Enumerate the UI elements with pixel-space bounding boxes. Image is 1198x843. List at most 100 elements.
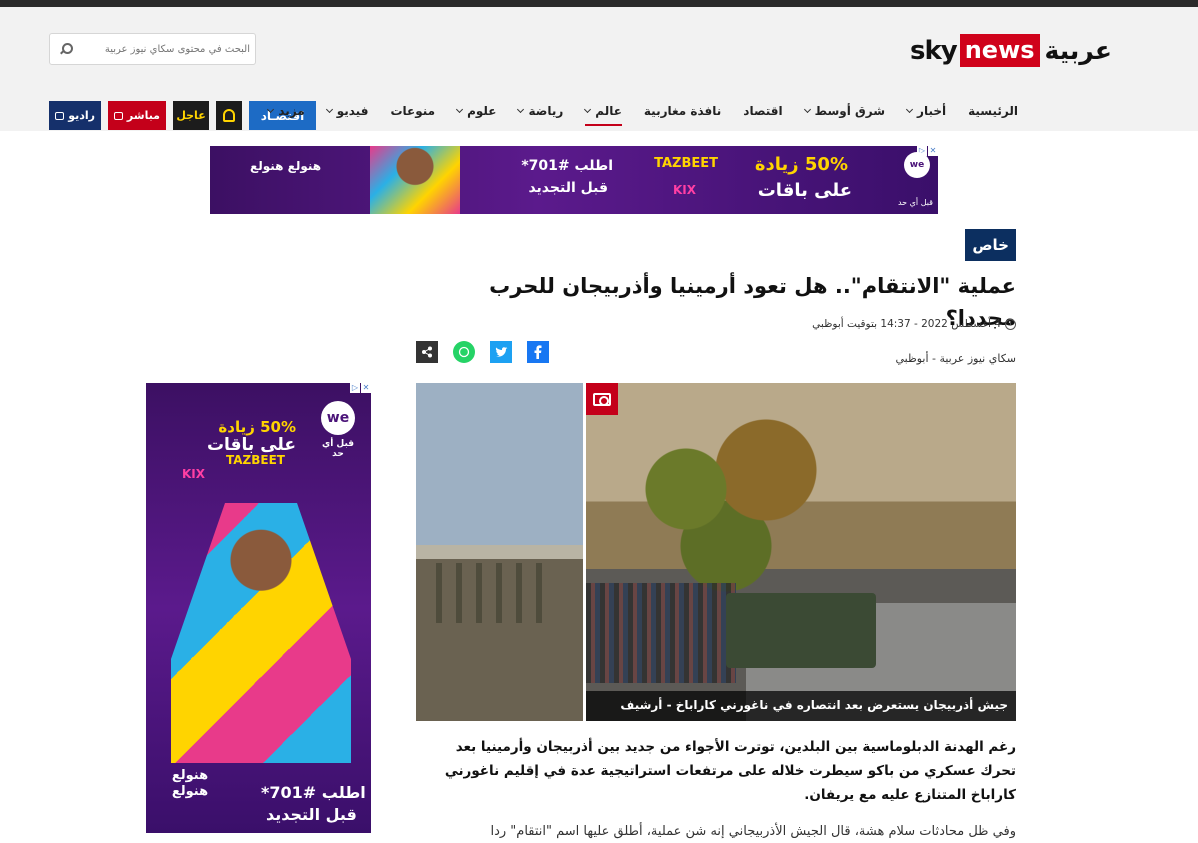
article-source: سكاي نيوز عربية - أبوظبي bbox=[895, 352, 1016, 365]
ad-kix: KIX bbox=[672, 183, 696, 197]
live-label: مباشر bbox=[126, 109, 160, 122]
nav-label: شرق أوسط bbox=[814, 104, 886, 118]
site-logo[interactable]: sky news عربية bbox=[910, 32, 1112, 69]
whatsapp-button[interactable] bbox=[453, 341, 475, 363]
logo-arabia: عربية bbox=[1044, 36, 1112, 65]
nav-item-more[interactable]: مزيد bbox=[267, 100, 305, 122]
whatsapp-icon bbox=[458, 346, 470, 358]
gallery-button[interactable] bbox=[586, 383, 618, 415]
we-brand: we قبل أي حد bbox=[321, 401, 355, 461]
play-icon bbox=[114, 111, 123, 120]
nav-label: علوم bbox=[467, 104, 497, 118]
ad-percent: 50% زيادة bbox=[754, 154, 848, 175]
date-text: 4 أغسطس 2022 - 14:37 بتوقيت أبوظبي bbox=[812, 318, 1001, 330]
search-box[interactable] bbox=[49, 33, 256, 65]
radio-button[interactable]: راديو bbox=[49, 101, 101, 130]
image-military-vehicle bbox=[726, 593, 876, 668]
breaking-button[interactable]: عاجل bbox=[173, 101, 209, 130]
ad-close-icon[interactable]: ✕ bbox=[928, 146, 938, 156]
top-banner-ad[interactable]: ✕ ▷ we قبل أي حد 50% زيادة على باقات TAZ… bbox=[210, 146, 938, 214]
nav-label: مزيد bbox=[278, 104, 305, 118]
side-banner-ad[interactable]: ✕ ▷ we قبل أي حد 50% زيادة على باقات TAZ… bbox=[146, 383, 371, 833]
chevron-down-icon bbox=[517, 105, 525, 114]
facebook-icon bbox=[534, 345, 542, 359]
article-date: 4 أغسطس 2022 - 14:37 بتوقيت أبوظبي bbox=[812, 318, 1016, 330]
twitter-icon bbox=[495, 346, 507, 357]
facebook-button[interactable] bbox=[527, 341, 549, 363]
ad-percent: 50% زيادة bbox=[218, 418, 296, 436]
nav-item-news[interactable]: أخبار bbox=[906, 100, 947, 122]
ad-tagline: قبل أي حد bbox=[321, 439, 355, 459]
top-bar bbox=[0, 0, 1198, 7]
ad-person-image bbox=[370, 146, 460, 214]
search-icon[interactable] bbox=[59, 43, 73, 55]
nav-label: الرئيسية bbox=[968, 104, 1018, 118]
ad-close-icon[interactable]: ✕ bbox=[361, 383, 371, 393]
chevron-down-icon bbox=[584, 105, 592, 114]
nav-item-variety[interactable]: منوعات bbox=[390, 100, 435, 122]
chevron-down-icon bbox=[803, 105, 811, 114]
logo-sky: sky bbox=[910, 35, 958, 66]
share-icon bbox=[422, 346, 432, 358]
nav-item-science[interactable]: علوم bbox=[456, 100, 497, 122]
image-crowd bbox=[586, 583, 736, 683]
chevron-down-icon bbox=[267, 105, 275, 114]
ad-renew: قبل التجديد bbox=[528, 180, 608, 196]
breaking-label: عاجل bbox=[176, 109, 206, 122]
image-caption: جيش أذربيجان يستعرض بعد انتصاره في ناغور… bbox=[586, 691, 1016, 721]
camera-icon bbox=[593, 392, 611, 406]
chevron-down-icon bbox=[906, 105, 914, 114]
bell-icon bbox=[223, 109, 235, 122]
nav-label: منوعات bbox=[390, 104, 436, 118]
ad-kix: KIX bbox=[182, 467, 206, 481]
nav-item-home[interactable]: الرئيسية bbox=[968, 100, 1018, 122]
search-input[interactable] bbox=[80, 34, 250, 64]
clock-icon bbox=[1005, 318, 1016, 330]
exclusive-badge[interactable]: خاص bbox=[965, 229, 1016, 261]
twitter-button[interactable] bbox=[490, 341, 512, 363]
main-nav: الرئيسية أخبار شرق أوسط اقتصاد نافذة مغا… bbox=[267, 100, 1018, 130]
chevron-down-icon bbox=[325, 105, 333, 114]
share-button[interactable] bbox=[416, 341, 438, 363]
we-logo: we bbox=[321, 401, 355, 435]
share-bar bbox=[416, 341, 549, 363]
we-logo: we bbox=[904, 152, 930, 178]
ad-brand: هنولع هنولع bbox=[250, 159, 322, 173]
live-button[interactable]: مباشر bbox=[108, 101, 166, 130]
ad-info-icon[interactable]: ▷ bbox=[350, 383, 360, 393]
logo-news: news bbox=[959, 34, 1040, 67]
nav-label: رياضة bbox=[528, 104, 564, 118]
radio-icon bbox=[55, 111, 65, 120]
ad-person-image bbox=[171, 503, 351, 763]
article-image[interactable]: جيش أذربيجان يستعرض بعد انتصاره في ناغور… bbox=[416, 383, 1016, 721]
ad-bundles: على باقات bbox=[206, 435, 296, 455]
ad-renew: قبل التجديد bbox=[266, 805, 357, 824]
nav-label: اقتصاد bbox=[743, 104, 783, 118]
ad-ask: اطلب #701* bbox=[261, 783, 366, 802]
nav-item-maghreb[interactable]: نافذة مغاربية bbox=[644, 100, 721, 122]
ad-ask: اطلب #701* bbox=[521, 158, 613, 174]
notifications-button[interactable] bbox=[216, 101, 242, 130]
ad-tazbeet: TAZBEET bbox=[654, 156, 718, 171]
site-header: sky news عربية راديو مباشر عاجل اقتصـاد … bbox=[0, 7, 1198, 131]
ad-bundles: على باقات bbox=[757, 180, 852, 201]
nav-item-world[interactable]: عالم bbox=[584, 100, 622, 126]
nav-label: فيديو bbox=[336, 104, 369, 118]
ad-brand: هنولع هنولع bbox=[171, 768, 209, 799]
nav-item-middle-east[interactable]: شرق أوسط bbox=[803, 100, 886, 122]
chevron-down-icon bbox=[456, 105, 464, 114]
ad-tazbeet: TAZBEET bbox=[226, 453, 285, 467]
nav-item-sports[interactable]: رياضة bbox=[517, 100, 564, 122]
ad-tagline: قبل أي حد bbox=[897, 198, 933, 207]
nav-label: نافذة مغاربية bbox=[643, 104, 722, 118]
article-paragraph: وفي ظل محادثات سلام هشة، قال الجيش الأذر… bbox=[490, 824, 1017, 839]
image-trees bbox=[626, 413, 826, 603]
nav-label: أخبار bbox=[917, 104, 947, 118]
radio-label: راديو bbox=[68, 109, 95, 122]
image-soldiers-field bbox=[416, 383, 583, 721]
article-lead: رغم الهدنة الدبلوماسية بين البلدين، توتر… bbox=[444, 739, 1016, 803]
nav-item-economy[interactable]: اقتصاد bbox=[743, 100, 782, 122]
image-soldiers-detail bbox=[436, 563, 556, 623]
nav-item-video[interactable]: فيديو bbox=[325, 100, 369, 122]
nav-label: عالم bbox=[595, 104, 622, 118]
